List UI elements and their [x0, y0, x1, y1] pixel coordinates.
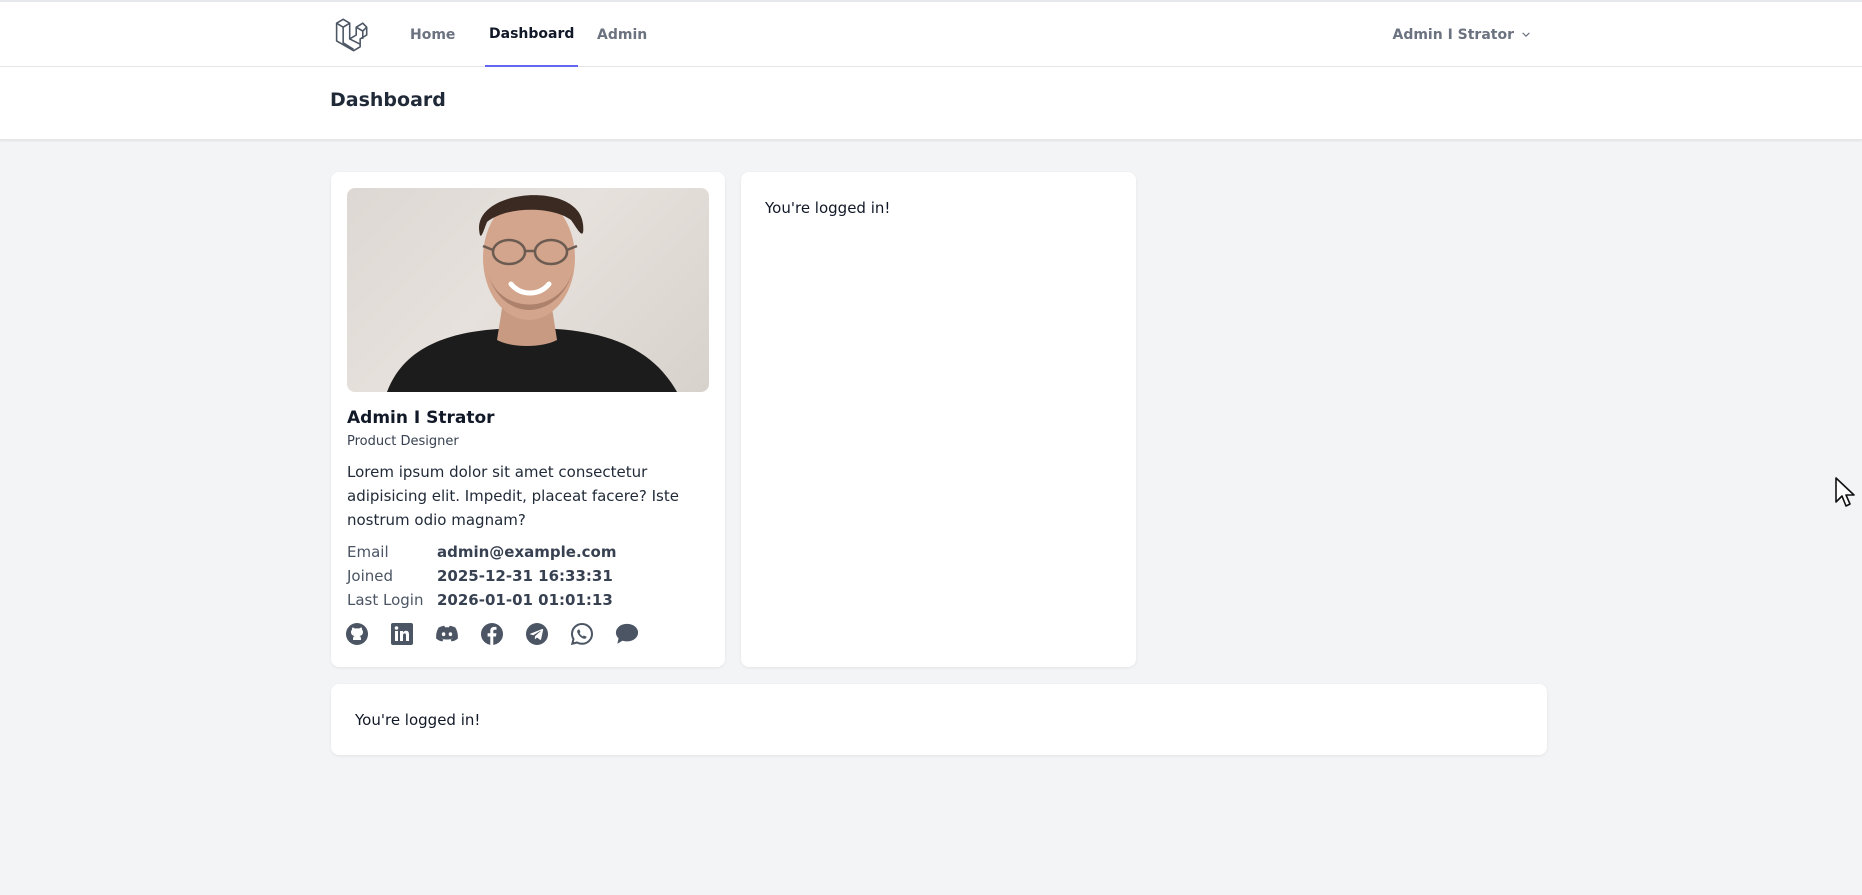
welcome-card-side: You're logged in! — [741, 172, 1136, 667]
email-row: Email admin@example.com — [347, 540, 707, 564]
laravel-logo-icon[interactable] — [334, 18, 368, 52]
profile-name: Admin I Strator — [347, 408, 495, 428]
facebook-icon[interactable] — [480, 622, 504, 646]
linkedin-icon[interactable] — [390, 622, 414, 646]
joined-row: Joined 2025-12-31 16:33:31 — [347, 564, 707, 588]
joined-value: 2025-12-31 16:33:31 — [437, 567, 613, 585]
last-login-label: Last Login — [347, 591, 424, 609]
user-menu-name: Admin I Strator — [1392, 26, 1514, 43]
logged-in-message: You're logged in! — [765, 199, 891, 217]
page-title: Dashboard — [330, 89, 446, 111]
github-icon[interactable] — [345, 622, 369, 646]
user-menu-dropdown[interactable]: Admin I Strator — [1392, 2, 1532, 67]
email-value: admin@example.com — [437, 543, 617, 561]
chevron-down-icon — [1522, 32, 1530, 37]
nav-link-home[interactable]: Home — [410, 2, 455, 67]
email-label: Email — [347, 543, 389, 561]
profile-photo — [347, 188, 709, 392]
social-links — [345, 622, 639, 646]
top-navigation: Home Dashboard Admin Admin I Strator — [0, 0, 1862, 67]
page-header: Dashboard — [0, 67, 1862, 140]
joined-label: Joined — [347, 567, 394, 585]
whatsapp-icon[interactable] — [570, 622, 594, 646]
mouse-cursor-icon — [1835, 477, 1855, 507]
chat-icon[interactable] — [615, 622, 639, 646]
last-login-row: Last Login 2026-01-01 01:01:13 — [347, 588, 707, 612]
last-login-value: 2026-01-01 01:01:13 — [437, 591, 613, 609]
telegram-icon[interactable] — [525, 622, 549, 646]
profile-role: Product Designer — [347, 434, 459, 449]
profile-bio: Lorem ipsum dolor sit amet consectetur a… — [347, 463, 679, 529]
discord-icon[interactable] — [435, 622, 459, 646]
profile-card: Admin I Strator Product Designer Lorem i… — [331, 172, 725, 667]
nav-link-admin[interactable]: Admin — [597, 2, 647, 67]
welcome-card-bottom: You're logged in! — [331, 684, 1547, 755]
nav-link-dashboard[interactable]: Dashboard — [485, 2, 579, 67]
logged-in-message: You're logged in! — [355, 711, 481, 729]
